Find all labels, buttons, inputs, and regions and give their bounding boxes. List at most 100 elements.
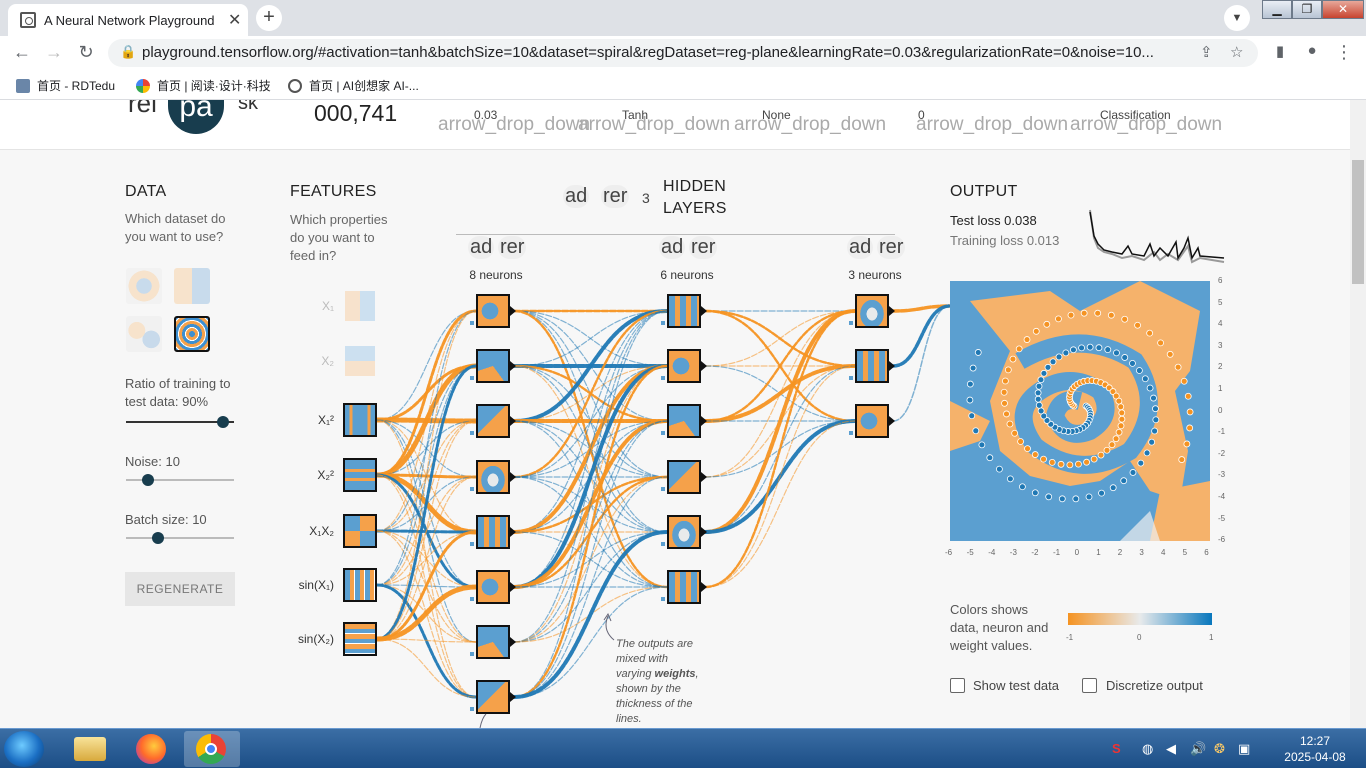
taskbar-clock[interactable]: 12:27 2025-04-08 (1270, 733, 1360, 765)
neuron-node[interactable] (855, 294, 889, 328)
weight-link (376, 638, 477, 698)
feature-node-3[interactable] (343, 458, 377, 492)
taskbar-explorer[interactable] (62, 731, 118, 767)
data-point (1011, 429, 1019, 437)
add-neuron-icon[interactable]: ad (468, 236, 495, 259)
data-point (978, 441, 986, 449)
neuron-node[interactable] (476, 515, 510, 549)
weight-link (704, 365, 856, 588)
scrollbar-thumb[interactable] (1352, 160, 1364, 284)
data-point (1043, 320, 1051, 328)
x-tick-label: -3 (1009, 548, 1017, 557)
x-tick-label: -5 (966, 548, 974, 557)
network-tray-icon[interactable]: ◍ (1142, 741, 1153, 757)
data-point (1083, 458, 1090, 466)
neuron-node[interactable] (476, 404, 510, 438)
hidden-layers-heading-1: HIDDEN (663, 178, 727, 195)
chrome-icon (196, 734, 226, 764)
feature-node-5[interactable] (343, 568, 377, 602)
volume-tray-icon[interactable]: 🔊 (1190, 741, 1206, 757)
data-point (1080, 309, 1088, 317)
neuron-output-marker (510, 582, 516, 592)
neuron-output-marker (510, 527, 516, 537)
data-point (1078, 344, 1085, 352)
data-point (1157, 339, 1165, 347)
bias-marker (661, 376, 665, 380)
data-point (1095, 344, 1103, 352)
windows-taskbar: S ◍ ◀ 🔊 ❂ ▣ 12:27 2025-04-08 (0, 728, 1366, 768)
remove-neuron-icon[interactable]: rer (498, 236, 527, 259)
data-point (1057, 460, 1065, 468)
bias-marker (661, 487, 665, 491)
data-point (1108, 441, 1116, 449)
add-layer-icon[interactable]: ad (563, 185, 590, 208)
feature-node-4[interactable] (343, 514, 377, 548)
data-point (1129, 359, 1136, 367)
feature-node-0[interactable] (345, 291, 375, 321)
neuron-node[interactable] (476, 570, 510, 604)
data-point (1152, 416, 1160, 424)
data-point (1055, 353, 1063, 361)
data-point (1148, 438, 1156, 446)
neuron-output-marker (510, 637, 516, 647)
neuron-node[interactable] (667, 570, 701, 604)
data-point (1034, 395, 1042, 403)
neuron-node[interactable] (667, 349, 701, 383)
neuron-node[interactable] (667, 460, 701, 494)
app-tray-icon[interactable]: ❂ (1214, 741, 1225, 757)
bias-marker (470, 431, 474, 435)
data-point (1067, 311, 1075, 319)
data-point (1006, 475, 1014, 483)
neuron-node[interactable] (476, 294, 510, 328)
data-point (1004, 366, 1012, 374)
display-tray-icon[interactable]: ▣ (1238, 741, 1250, 757)
data-point (986, 454, 994, 462)
folder-icon (74, 737, 106, 761)
remove-neuron-icon[interactable]: rer (689, 236, 718, 259)
data-point (1040, 369, 1048, 377)
remove-layer-icon[interactable]: rer (601, 185, 630, 208)
output-heading: OUTPUT (950, 183, 1018, 200)
neuron-node[interactable] (476, 680, 510, 714)
start-button[interactable] (4, 731, 44, 767)
data-point (1184, 392, 1192, 400)
data-point (1141, 375, 1149, 383)
neuron-output-marker (701, 416, 707, 426)
bias-marker (661, 542, 665, 546)
neuron-node[interactable] (667, 294, 701, 328)
neuron-node[interactable] (667, 515, 701, 549)
feature-node-1[interactable] (345, 346, 375, 376)
y-tick-label: 2 (1218, 362, 1223, 372)
show-test-data-checkbox[interactable] (950, 678, 965, 693)
y-tick-label: 4 (1218, 319, 1223, 329)
mute-tray-icon[interactable]: ◀ (1166, 741, 1176, 757)
data-point (1152, 405, 1159, 413)
neuron-node[interactable] (667, 404, 701, 438)
feature-node-6[interactable] (343, 622, 377, 656)
show-test-data-label: Show test data (973, 678, 1059, 693)
discretize-output-checkbox[interactable] (1082, 678, 1097, 693)
data-point (1001, 399, 1008, 407)
neuron-node[interactable] (855, 404, 889, 438)
neuron-node[interactable] (476, 625, 510, 659)
page-scrollbar[interactable] (1350, 100, 1366, 728)
y-tick-label: -4 (1218, 492, 1226, 501)
neuron-node[interactable] (476, 460, 510, 494)
data-point (1151, 427, 1158, 435)
legend-min: -1 (1066, 633, 1074, 642)
add-neuron-icon[interactable]: ad (659, 236, 686, 259)
neuron-output-marker (889, 361, 895, 371)
neuron-node[interactable] (476, 349, 510, 383)
data-point (1037, 376, 1045, 384)
feature-node-2[interactable] (343, 403, 377, 437)
remove-neuron-icon[interactable]: rer (877, 236, 906, 259)
data-point (972, 427, 980, 435)
taskbar-chrome[interactable] (184, 731, 240, 767)
neuron-node[interactable] (855, 349, 889, 383)
sogou-input-icon[interactable]: S (1112, 741, 1121, 756)
weight-link (891, 304, 952, 368)
add-neuron-icon[interactable]: ad (847, 236, 874, 259)
data-point (1055, 315, 1062, 323)
taskbar-firefox[interactable] (124, 731, 180, 767)
data-point (1113, 349, 1120, 357)
